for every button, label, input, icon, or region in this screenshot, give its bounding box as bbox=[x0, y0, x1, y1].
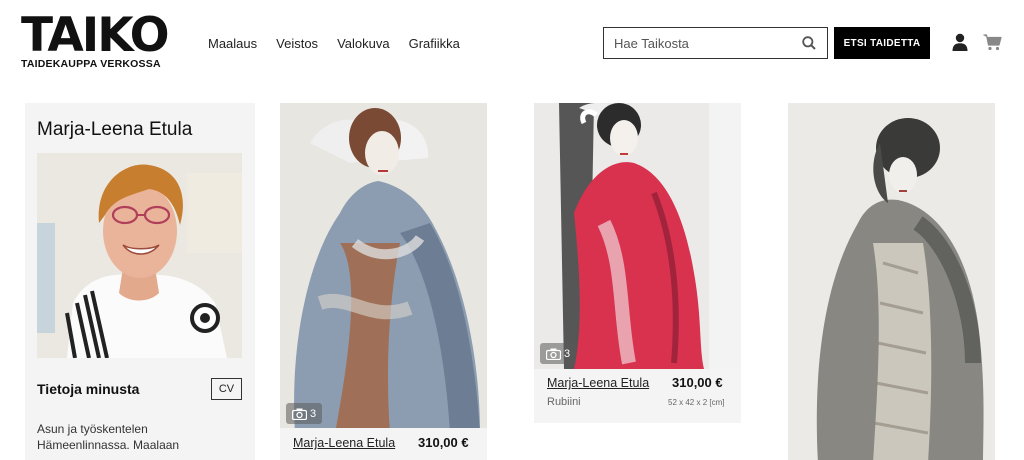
artist-photo bbox=[37, 153, 242, 358]
photo-count-badge[interactable]: 3 bbox=[540, 343, 577, 364]
nav-item-veistos[interactable]: Veistos bbox=[276, 36, 318, 51]
logo-wordmark: TAIKO bbox=[21, 8, 170, 63]
search-button[interactable]: ETSI TAIDETTA bbox=[834, 27, 930, 59]
product-card[interactable] bbox=[788, 103, 995, 460]
product-price: 310,00 € bbox=[418, 435, 469, 450]
product-card[interactable]: 3 Marja-Leena Etula 310,00 € Rubiini 52 … bbox=[534, 103, 741, 423]
artwork-image[interactable] bbox=[534, 103, 741, 369]
camera-icon bbox=[292, 408, 307, 420]
photo-count: 3 bbox=[564, 347, 571, 360]
about-heading: Tietoja minusta bbox=[37, 381, 140, 397]
logo-tagline: TAIDEKAUPPA VERKOSSA bbox=[21, 58, 161, 70]
main-nav: Maalaus Veistos Valokuva Grafiikka bbox=[208, 36, 460, 51]
product-dimensions: 52 x 42 x 2 [cm] bbox=[668, 398, 725, 407]
search-box bbox=[603, 27, 828, 59]
logo[interactable]: TAIKO TAIDEKAUPPA VERKOSSA bbox=[21, 8, 170, 70]
product-title: Rubiini bbox=[547, 396, 581, 408]
nav-item-grafiikka[interactable]: Grafiikka bbox=[409, 36, 460, 51]
nav-item-maalaus[interactable]: Maalaus bbox=[208, 36, 257, 51]
product-card[interactable]: 3 Marja-Leena Etula 310,00 € bbox=[280, 103, 487, 460]
search-icon[interactable] bbox=[802, 36, 816, 50]
artist-name: Marja-Leena Etula bbox=[37, 119, 193, 140]
product-artist-link[interactable]: Marja-Leena Etula bbox=[547, 376, 649, 390]
artwork-image[interactable] bbox=[788, 103, 995, 460]
artwork-image[interactable] bbox=[280, 103, 487, 428]
photo-count: 3 bbox=[310, 407, 317, 420]
cv-button[interactable]: CV bbox=[211, 378, 242, 400]
camera-icon bbox=[546, 348, 561, 360]
photo-count-badge[interactable]: 3 bbox=[286, 403, 323, 424]
search-input[interactable] bbox=[604, 28, 789, 58]
cart-icon[interactable] bbox=[983, 34, 1002, 51]
user-icon[interactable] bbox=[951, 33, 969, 51]
about-text: Asun ja työskentelen Hämeenlinnassa. Maa… bbox=[37, 422, 180, 452]
product-price: 310,00 € bbox=[672, 375, 723, 390]
product-artist-link[interactable]: Marja-Leena Etula bbox=[293, 436, 395, 450]
nav-item-valokuva[interactable]: Valokuva bbox=[337, 36, 390, 51]
artist-card: Marja-Leena Etula Tietoja minusta CV Asu… bbox=[25, 103, 255, 460]
